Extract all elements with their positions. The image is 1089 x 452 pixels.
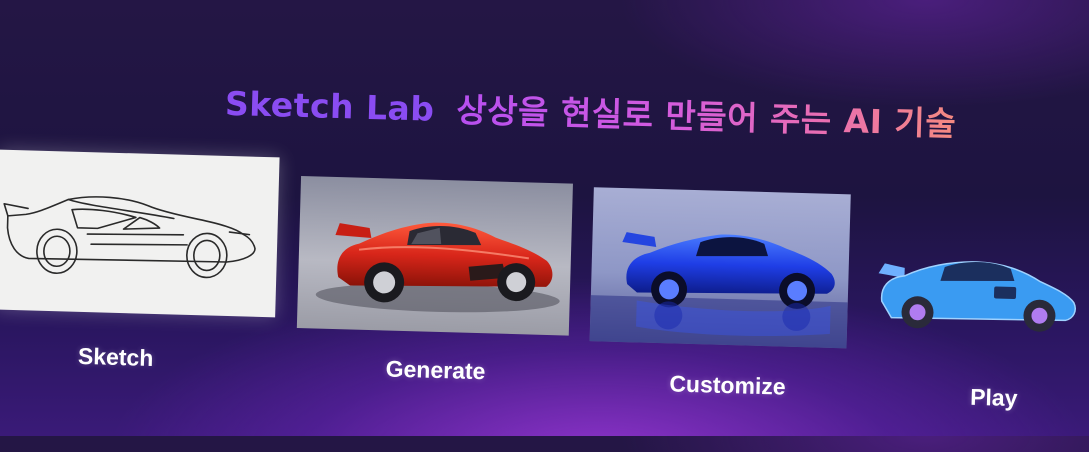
step-label-play: Play — [969, 383, 1018, 412]
play-car-image — [873, 237, 1081, 341]
generated-car-image — [296, 176, 573, 336]
step-label-generate: Generate — [385, 355, 486, 385]
cartoon-race-car-graphic — [878, 261, 1076, 332]
step-label-sketch: Sketch — [77, 342, 154, 371]
customized-car-image — [589, 187, 851, 349]
slide-title: Sketch Lab 상상을 현실로 만들어 주는 AI 기술 — [224, 77, 957, 145]
brand-name: Sketch Lab — [224, 83, 435, 129]
step-label-customize: Customize — [669, 370, 787, 400]
presentation-slide: Sketch Lab 상상을 현실로 만들어 주는 AI 기술 Sketch G… — [0, 0, 1089, 452]
sketch-image — [0, 149, 280, 318]
car-sketch-drawing — [3, 196, 256, 279]
red-race-car-graphic — [315, 222, 560, 313]
slide-tagline: 상상을 현실로 만들어 주는 AI 기술 — [455, 90, 957, 144]
blue-race-car-graphic — [589, 232, 848, 349]
